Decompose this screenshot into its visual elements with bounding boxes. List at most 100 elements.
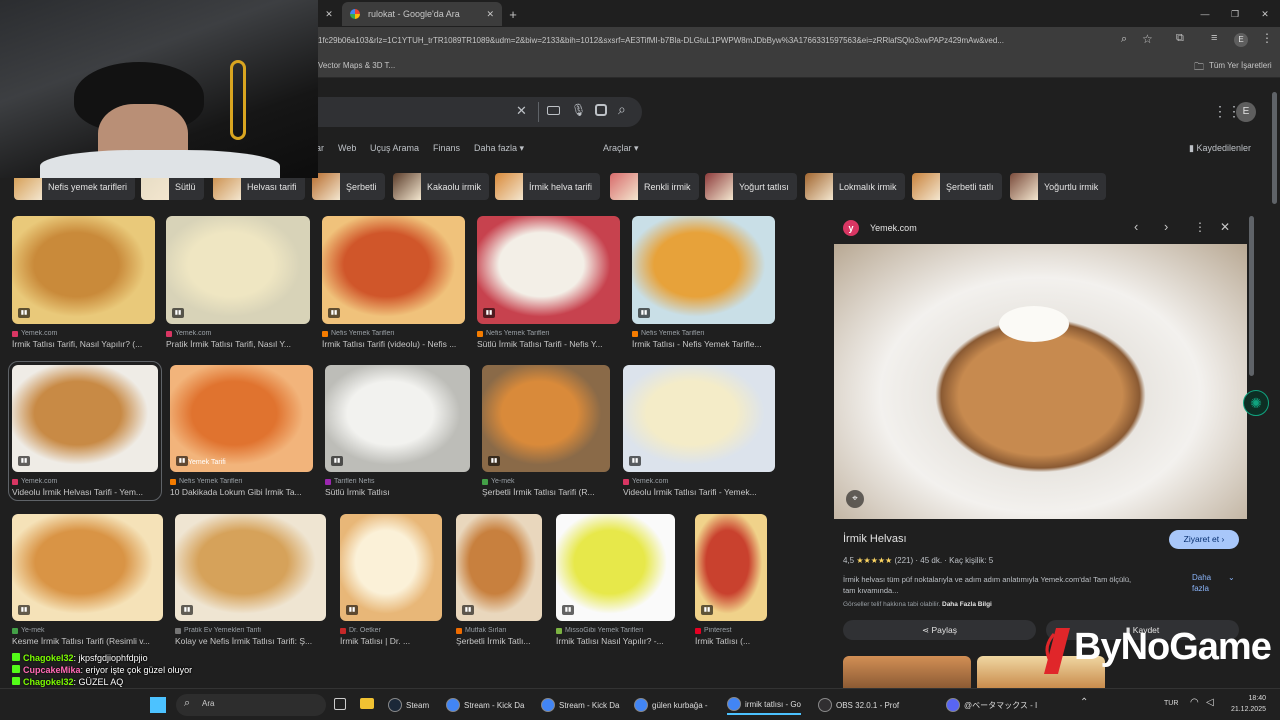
result-title[interactable]: Kesme İrmik Tatlısı Tarifi (Resimli v... — [12, 636, 163, 646]
result-source[interactable]: Pinterest — [695, 627, 767, 634]
taskbar-app[interactable]: Stream - Kick Da — [541, 695, 619, 715]
media-icon[interactable]: ≡ — [1211, 32, 1217, 44]
result-source[interactable]: Nefis Yemek Tarifleri — [170, 478, 313, 485]
clear-icon[interactable]: ✕ — [516, 103, 527, 119]
filter-chip[interactable]: Yoğurt tatlısı — [705, 173, 797, 200]
search-icon[interactable]: ⌕ — [618, 101, 626, 118]
restore-icon[interactable]: ❐ — [1226, 2, 1244, 26]
volume-icon[interactable]: ◁ — [1206, 697, 1214, 708]
bookmark-item[interactable]: Vector Maps & 3D T... — [318, 61, 395, 70]
page-scrollbar[interactable] — [1272, 92, 1277, 204]
wifi-icon[interactable]: ◠ — [1190, 697, 1199, 708]
tab-close-icon-prev[interactable]: ✕ — [322, 2, 336, 26]
result-title[interactable]: Sütlü İrmik Tatlısı — [325, 487, 470, 497]
image-result[interactable]: ▮▮ Nefis Yemek Tarifleri İrmik Tatlısı Tar… — [322, 216, 465, 349]
result-thumbnail[interactable]: ▮▮ — [623, 365, 775, 472]
panel-main-image[interactable]: ⌖ — [834, 244, 1247, 519]
taskbar-app[interactable]: irmik tatlısı - Go — [727, 695, 802, 715]
result-title[interactable]: Videolu İrmik Tatlısı Tarifi - Yemek... — [623, 487, 775, 497]
panel-title[interactable]: İrmik Helvası — [843, 533, 907, 545]
image-result[interactable]: ▮▮ Pratik Ev Yemekleri Tarifi Kolay ve Nef… — [175, 514, 326, 646]
image-result[interactable]: ▮▮ MissoGibi Yemek Tarifleri İrmik Tatlısı… — [556, 514, 675, 646]
image-result[interactable]: ▮▮ Yemek.com Videolu İrmik Helvası Tarifi … — [8, 361, 162, 501]
result-source[interactable]: Yemek.com — [12, 478, 158, 485]
result-source[interactable]: Ye-mek — [482, 478, 610, 485]
more-chevron-icon[interactable]: ⌄ — [1228, 573, 1235, 582]
image-result[interactable]: ▮▮ Yemek.com Videolu İrmik Tatlısı Tarifi … — [623, 365, 775, 497]
filter-chip[interactable]: Lokmalık irmik — [805, 173, 905, 200]
taskbar-app[interactable]: Steam — [388, 695, 429, 715]
taskbar-app[interactable]: Stream - Kick Da — [446, 695, 524, 715]
minimize-icon[interactable]: — — [1196, 2, 1214, 26]
all-bookmarks-link[interactable]: Tüm Yer İşaretleri — [1209, 61, 1272, 70]
task-view-icon[interactable] — [334, 698, 346, 710]
more-options-icon[interactable]: ⋮ — [1194, 220, 1206, 234]
filter-chip[interactable]: İrmik helva tarifi — [495, 173, 601, 200]
result-source[interactable]: Mutfak Sırları — [456, 627, 542, 634]
taskbar-app[interactable]: @ベータマックス - I — [946, 695, 1037, 715]
bookmark-star-icon[interactable]: ☆ — [1142, 32, 1153, 46]
result-source[interactable]: Nefis Yemek Tarifleri — [632, 330, 775, 337]
result-title[interactable]: Videolu İrmik Helvası Tarifi - Yem... — [12, 487, 158, 497]
new-tab-button[interactable]: + — [506, 2, 520, 26]
nav-finance[interactable]: Finans — [433, 143, 460, 153]
result-thumbnail[interactable]: ▮▮ Yemek Tarifi — [170, 365, 313, 472]
next-icon[interactable]: › — [1164, 219, 1168, 234]
related-image[interactable] — [843, 656, 971, 688]
result-source[interactable]: Dr. Oetker — [340, 627, 442, 634]
zoom-icon[interactable]: ⌕ — [1121, 33, 1127, 46]
result-thumbnail[interactable]: ▮▮ — [340, 514, 442, 621]
browser-menu-icon[interactable]: ⋮ — [1261, 31, 1273, 45]
tab-active[interactable]: rulokat - Google'da Ara ✕ — [342, 2, 502, 26]
prev-icon[interactable]: ‹ — [1134, 219, 1138, 234]
image-result[interactable]: ▮▮ Dr. Oetker İrmik Tatlısı | Dr. ... — [340, 514, 442, 646]
panel-close-icon[interactable]: ✕ — [1220, 220, 1230, 234]
input-language[interactable]: TUR — [1164, 700, 1178, 707]
result-title[interactable]: İrmik Tatlısı (... — [695, 636, 767, 646]
result-source[interactable]: Nefis Yemek Tarifleri — [322, 330, 465, 337]
visit-button[interactable]: Ziyaret et › — [1169, 530, 1239, 549]
result-thumbnail[interactable]: ▮▮ — [695, 514, 767, 621]
account-avatar[interactable]: E — [1236, 102, 1256, 122]
taskbar-search[interactable]: ⌕ Ara — [176, 694, 326, 716]
result-source[interactable]: MissoGibi Yemek Tarifleri — [556, 627, 675, 634]
nav-more[interactable]: Daha fazla ▾ — [474, 143, 524, 154]
filter-chip[interactable]: Şerbetli — [312, 173, 385, 200]
profile-avatar[interactable]: E — [1234, 33, 1248, 47]
image-result[interactable]: ▮▮ Tarifleri Nefis Sütlü İrmik Tatlısı — [325, 365, 470, 497]
nav-flights[interactable]: Uçuş Arama — [370, 143, 419, 153]
result-thumbnail[interactable]: ▮▮ — [175, 514, 326, 621]
nav-tools[interactable]: Araçlar ▾ — [603, 143, 639, 154]
result-source[interactable]: Yemek.com — [12, 330, 155, 337]
taskbar-app[interactable]: OBS 32.0.1 - Prof — [818, 695, 899, 715]
result-title[interactable]: İrmik Tatlısı Nasıl Yapılır? -... — [556, 636, 675, 646]
result-title[interactable]: İrmik Tatlısı Tarifi (videolu) - Nefis .… — [322, 339, 465, 349]
panel-site-name[interactable]: Yemek.com — [870, 223, 917, 233]
result-thumbnail[interactable]: ▮▮ — [325, 365, 470, 472]
tab-close-icon[interactable]: ✕ — [486, 9, 494, 20]
result-source[interactable]: Yemek.com — [623, 478, 775, 485]
result-title[interactable]: Şerbetli İrmik Tatlısı Tarifi (R... — [482, 487, 610, 497]
result-source[interactable]: Tarifleri Nefis — [325, 478, 470, 485]
result-thumbnail[interactable]: ▮▮ — [456, 514, 542, 621]
file-explorer-icon[interactable] — [360, 698, 374, 709]
result-title[interactable]: Sütlü İrmik Tatlısı Tarifi - Nefis Y... — [477, 339, 620, 349]
result-source[interactable]: Nefis Yemek Tarifleri — [477, 330, 620, 337]
result-title[interactable]: Pratik İrmik Tatlısı Tarifi, Nasıl Y... — [166, 339, 310, 349]
lens-search-icon[interactable]: ⌖ — [846, 490, 864, 508]
image-result[interactable]: ▮▮ Pinterest İrmik Tatlısı (... — [695, 514, 767, 646]
url-field[interactable]: 1fc29b06a103&rlz=1C1YTUH_trTR1089TR1089&… — [318, 31, 1148, 51]
result-title[interactable]: İrmik Tatlısı - Nefis Yemek Tarifle... — [632, 339, 775, 349]
extensions-icon[interactable]: ⧉ — [1176, 32, 1184, 45]
result-thumbnail[interactable]: ▮▮ — [12, 514, 163, 621]
taskbar-app[interactable]: gülen kurbağa - — [634, 695, 708, 715]
result-thumbnail[interactable]: ▮▮ — [477, 216, 620, 324]
image-result[interactable]: ▮▮ Nefis Yemek Tarifleri Sütlü İrmik Tatlı… — [477, 216, 620, 349]
filter-chip[interactable]: Şerbetli tatlı — [912, 173, 1002, 200]
panel-scrollbar[interactable] — [1249, 216, 1254, 376]
result-thumbnail[interactable]: ▮▮ — [322, 216, 465, 324]
result-thumbnail[interactable]: ▮▮ — [482, 365, 610, 472]
window-close-icon[interactable]: ✕ — [1256, 2, 1274, 26]
image-result[interactable]: ▮▮ Mutfak Sırları Şerbetli İrmik Tatlı... — [456, 514, 542, 646]
keyboard-icon[interactable] — [547, 106, 560, 115]
